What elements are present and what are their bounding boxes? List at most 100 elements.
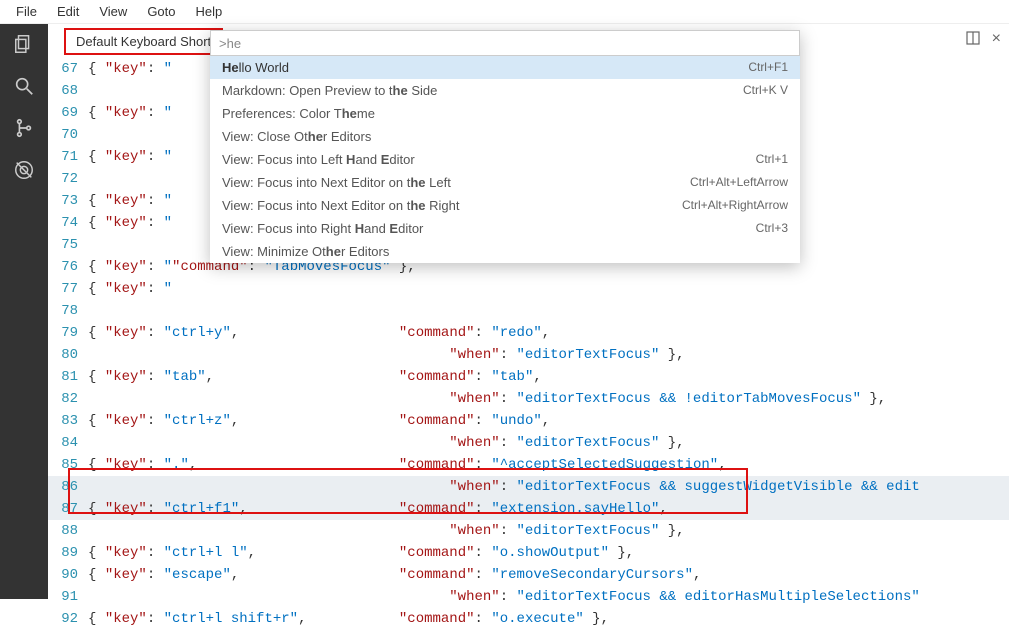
- line-number: 69: [48, 102, 88, 124]
- line-number: 90: [48, 564, 88, 586]
- code-line[interactable]: 86 "when": "editorTextFocus && suggestWi…: [48, 476, 1009, 498]
- line-number: 86: [48, 476, 88, 498]
- line-number: 67: [48, 58, 88, 80]
- code-line[interactable]: 78: [48, 300, 1009, 322]
- code-line[interactable]: 91 "when": "editorTextFocus && editorHas…: [48, 586, 1009, 608]
- git-icon[interactable]: [12, 116, 36, 140]
- code-line[interactable]: 90{ "key": "escape", "command": "removeS…: [48, 564, 1009, 586]
- close-icon[interactable]: ×: [992, 30, 1001, 48]
- code-content: "when": "editorTextFocus && !editorTabMo…: [88, 388, 1009, 410]
- palette-item[interactable]: View: Focus into Next Editor on the Righ…: [210, 194, 800, 217]
- menu-help[interactable]: Help: [188, 2, 231, 21]
- palette-item-label: Hello World: [222, 60, 289, 75]
- code-line[interactable]: 84 "when": "editorTextFocus" },: [48, 432, 1009, 454]
- activity-bar: [0, 24, 48, 599]
- code-content: "when": "editorTextFocus" },: [88, 432, 1009, 454]
- palette-item-shortcut: Ctrl+Alt+LeftArrow: [690, 175, 788, 190]
- line-number: 87: [48, 498, 88, 520]
- palette-item[interactable]: Markdown: Open Preview to the Side Ctrl+K…: [210, 79, 800, 102]
- code-content: { "key": "tab", "command": "tab",: [88, 366, 1009, 388]
- code-line[interactable]: 89{ "key": "ctrl+l l", "command": "o.sho…: [48, 542, 1009, 564]
- code-content: { "key": "escape", "command": "removeSec…: [88, 564, 1009, 586]
- code-content: { "key": ": [88, 278, 1009, 300]
- code-content: { "key": "ctrl+f1", "command": "extensio…: [88, 498, 1009, 520]
- editor-actions: ×: [966, 30, 1001, 48]
- code-line[interactable]: 85{ "key": ".", "command": "^acceptSelec…: [48, 454, 1009, 476]
- command-palette-list: Hello World Ctrl+F1 Markdown: Open Preview…: [210, 56, 800, 263]
- palette-item-label: View: Close Other Editors: [222, 129, 371, 144]
- palette-item-label: Preferences: Color Theme: [222, 106, 375, 121]
- line-number: 76: [48, 256, 88, 278]
- tab-bar: Default Keyboard Short: [48, 24, 223, 58]
- palette-item-shortcut: Ctrl+1: [756, 152, 788, 167]
- line-number: 78: [48, 300, 88, 322]
- palette-item-label: View: Focus into Next Editor on the Righ…: [222, 198, 460, 213]
- menu-file[interactable]: File: [8, 2, 45, 21]
- line-number: 88: [48, 520, 88, 542]
- palette-item[interactable]: Preferences: Color Theme: [210, 102, 800, 125]
- palette-item-label: View: Focus into Right Hand Editor: [222, 221, 423, 236]
- menu-goto[interactable]: Goto: [139, 2, 183, 21]
- line-number: 74: [48, 212, 88, 234]
- code-line[interactable]: 80 "when": "editorTextFocus" },: [48, 344, 1009, 366]
- menu-edit[interactable]: Edit: [49, 2, 87, 21]
- code-content: "when": "editorTextFocus" },: [88, 520, 1009, 542]
- code-content: { "key": ".", "command": "^acceptSelecte…: [88, 454, 1009, 476]
- palette-item[interactable]: View: Minimize Other Editors: [210, 240, 800, 263]
- menu-view[interactable]: View: [91, 2, 135, 21]
- code-line[interactable]: 79{ "key": "ctrl+y", "command": "redo",: [48, 322, 1009, 344]
- line-number: 68: [48, 80, 88, 102]
- line-number: 79: [48, 322, 88, 344]
- line-number: 92: [48, 608, 88, 630]
- menu-bar: File Edit View Goto Help: [0, 0, 1009, 24]
- palette-item-shortcut: Ctrl+F1: [748, 60, 788, 75]
- palette-item-label: View: Focus into Left Hand Editor: [222, 152, 415, 167]
- code-content: "when": "editorTextFocus && editorHasMul…: [88, 586, 1009, 608]
- line-number: 70: [48, 124, 88, 146]
- palette-item-label: Markdown: Open Preview to the Side: [222, 83, 437, 98]
- command-palette-input[interactable]: [210, 30, 800, 56]
- line-number: 75: [48, 234, 88, 256]
- code-line[interactable]: 92{ "key": "ctrl+l shift+r", "command": …: [48, 608, 1009, 630]
- line-number: 84: [48, 432, 88, 454]
- line-number: 91: [48, 586, 88, 608]
- code-content: "when": "editorTextFocus" },: [88, 344, 1009, 366]
- command-palette: Hello World Ctrl+F1 Markdown: Open Preview…: [210, 30, 800, 263]
- palette-item-shortcut: Ctrl+3: [756, 221, 788, 236]
- line-number: 82: [48, 388, 88, 410]
- code-content: { "key": "ctrl+z", "command": "undo",: [88, 410, 1009, 432]
- line-number: 73: [48, 190, 88, 212]
- code-line[interactable]: 88 "when": "editorTextFocus" },: [48, 520, 1009, 542]
- palette-item[interactable]: View: Focus into Right Hand Editor Ctrl+3: [210, 217, 800, 240]
- palette-item[interactable]: View: Close Other Editors: [210, 125, 800, 148]
- palette-item-shortcut: Ctrl+K V: [743, 83, 788, 98]
- palette-item-shortcut: Ctrl+Alt+RightArrow: [682, 198, 788, 213]
- code-line[interactable]: 87{ "key": "ctrl+f1", "command": "extens…: [48, 498, 1009, 520]
- line-number: 81: [48, 366, 88, 388]
- line-number: 72: [48, 168, 88, 190]
- line-number: 80: [48, 344, 88, 366]
- line-number: 83: [48, 410, 88, 432]
- code-line[interactable]: 82 "when": "editorTextFocus && !editorTa…: [48, 388, 1009, 410]
- palette-item[interactable]: View: Focus into Next Editor on the Left…: [210, 171, 800, 194]
- line-number: 85: [48, 454, 88, 476]
- files-icon[interactable]: [12, 32, 36, 56]
- code-line[interactable]: 83{ "key": "ctrl+z", "command": "undo",: [48, 410, 1009, 432]
- search-icon[interactable]: [12, 74, 36, 98]
- code-line[interactable]: 77{ "key": ": [48, 278, 1009, 300]
- code-content: { "key": "ctrl+l shift+r", "command": "o…: [88, 608, 1009, 630]
- code-content: "when": "editorTextFocus && suggestWidge…: [88, 476, 1009, 498]
- split-editor-icon[interactable]: [966, 31, 980, 48]
- line-number: 89: [48, 542, 88, 564]
- palette-item[interactable]: Hello World Ctrl+F1: [210, 56, 800, 79]
- palette-item-label: View: Focus into Next Editor on the Left: [222, 175, 451, 190]
- code-line[interactable]: 81{ "key": "tab", "command": "tab",: [48, 366, 1009, 388]
- code-content: { "key": "ctrl+l l", "command": "o.showO…: [88, 542, 1009, 564]
- tab-keybindings[interactable]: Default Keyboard Short: [64, 28, 223, 55]
- palette-item[interactable]: View: Focus into Left Hand Editor Ctrl+1: [210, 148, 800, 171]
- line-number: 71: [48, 146, 88, 168]
- code-content: { "key": "ctrl+y", "command": "redo",: [88, 322, 1009, 344]
- code-content: [88, 300, 1009, 322]
- debug-icon[interactable]: [12, 158, 36, 182]
- line-number: 77: [48, 278, 88, 300]
